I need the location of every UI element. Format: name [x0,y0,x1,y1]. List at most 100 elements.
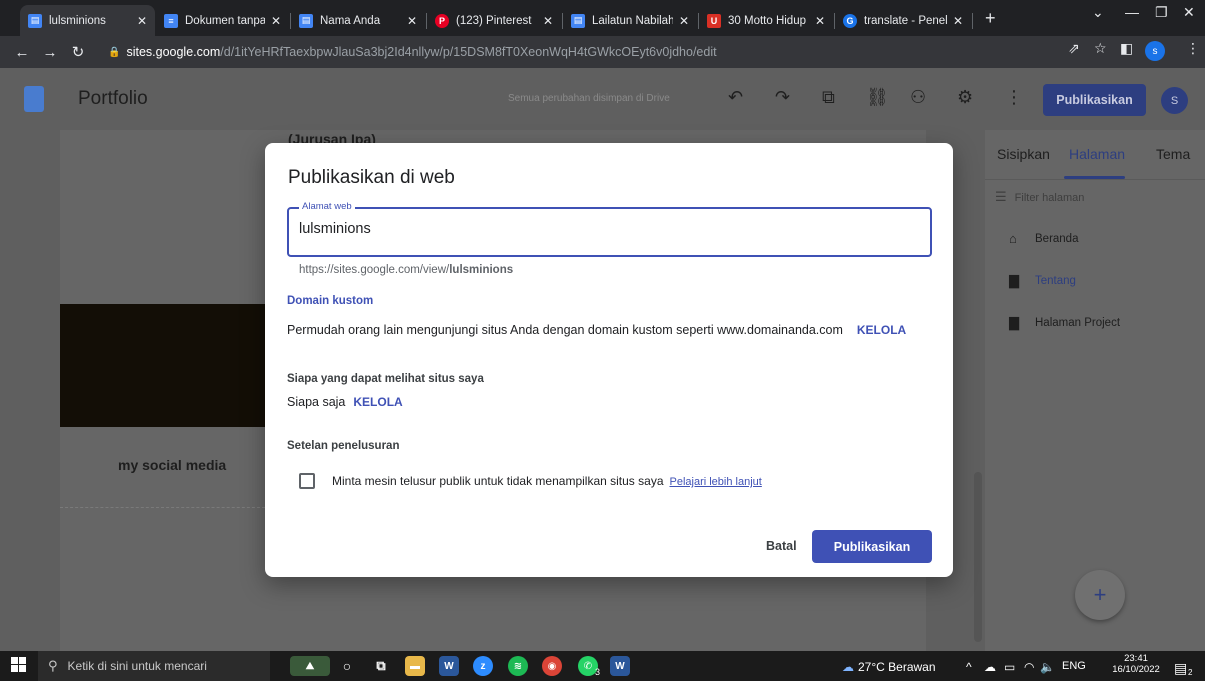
tab-insert[interactable]: Sisipkan [997,146,1050,162]
tab-pages[interactable]: Halaman [1069,146,1125,162]
add-person-icon[interactable]: ⚇ [910,87,926,108]
manage-domain-button[interactable]: KELOLA [857,323,906,337]
more-menu-icon[interactable]: ⋮ [1005,87,1023,108]
chrome-icon[interactable]: ◉ [542,656,562,676]
url-path: /d/1itYeHRfTaexbpwJlauSa3bj2Id4nllyw/p/1… [220,45,717,59]
web-address-input[interactable] [299,221,899,237]
windows-start-icon[interactable] [11,657,27,673]
share-icon[interactable]: ⇗ [1068,40,1080,57]
tab-search-chevron-icon[interactable]: ⌄ [1092,4,1104,21]
spotify-icon[interactable]: ≋ [508,656,528,676]
url-prefix: https://sites.google.com/view/ [299,264,450,276]
web-address-field[interactable]: Alamat web [287,201,932,257]
close-tab-icon[interactable]: ✕ [271,14,281,28]
close-tab-icon[interactable]: ✕ [815,14,825,28]
bookmark-star-icon[interactable]: ☆ [1094,40,1107,57]
clock-date: 16/10/2022 [1112,664,1160,675]
address-bar[interactable]: 🔒 sites.google.com/d/1itYeHRfTaexbpwJlau… [108,40,1108,64]
cortana-icon[interactable]: ○ [337,656,357,676]
wifi-icon[interactable]: ◠ [1024,660,1034,674]
page-icon: ▇ [1009,315,1019,330]
page-label: Beranda [1035,232,1079,245]
image-block[interactable] [60,304,265,427]
show-hidden-icons-chevron-icon[interactable]: ^ [966,660,972,674]
field-label: Alamat web [299,201,355,212]
site-title[interactable]: Portfolio [78,88,148,110]
profile-initial: s [1152,45,1158,57]
tab-title: lulsminions [49,14,106,27]
add-page-button[interactable]: + [1075,570,1125,620]
publish-button-header[interactable]: Publikasikan [1043,84,1146,116]
account-avatar[interactable]: S [1161,87,1188,114]
close-tab-icon[interactable]: ✕ [543,14,553,28]
page-item-beranda[interactable]: ⌂ Beranda [1009,231,1078,246]
tab-title: Nama Anda [320,14,381,27]
saved-status: Semua perubahan disimpan di Drive [508,93,670,104]
zoom-icon[interactable]: z [473,656,493,676]
page-item-halaman-project[interactable]: ▇ Halaman Project [1009,315,1120,331]
browser-tab-lulsminions[interactable]: ▤ lulsminions ✕ [20,5,155,36]
file-explorer-icon[interactable]: ▬ [405,656,425,676]
browser-tab-pinterest[interactable]: P (123) Pinterest ✕ [427,5,561,36]
browser-menu-icon[interactable]: ⋮ [1186,40,1200,57]
back-arrow-icon[interactable]: ← [8,44,36,61]
word-icon[interactable]: W [439,656,459,676]
filter-pages[interactable]: ☰ Filter halaman [995,189,1084,205]
undo-icon[interactable]: ↶ [728,87,743,108]
volume-icon[interactable]: 🔈 [1040,660,1055,674]
settings-gear-icon[interactable]: ⚙ [957,87,973,108]
page-icon: ▇ [1009,273,1019,288]
tab-title: (123) Pinterest [456,14,532,27]
browser-tab-lailatun[interactable]: ▤ Lailatun Nabilah ✕ [563,5,697,36]
whatsapp-badge: 3 [595,667,601,677]
close-tab-icon[interactable]: ✕ [407,14,417,28]
task-view-icon[interactable]: ⧉ [371,656,391,676]
tab-title: Dokumen tanpa j [185,14,265,27]
redo-icon[interactable]: ↷ [775,87,790,108]
side-panel-icon[interactable]: ◧ [1120,40,1133,57]
learn-more-link[interactable]: Pelajari lebih lanjut [670,476,762,488]
search-checkbox-label[interactable]: Minta mesin telusur publik untuk tidak m… [332,474,664,488]
weather-widget[interactable]: ☁ 27°C Berawan [842,660,936,674]
close-tab-icon[interactable]: ✕ [137,14,147,28]
google-sites-icon: ▤ [571,13,585,28]
onedrive-cloud-icon[interactable]: ☁ [984,660,996,674]
search-highlight-icon[interactable]: ⛰ [290,656,330,676]
social-media-heading[interactable]: my social media [118,457,226,473]
cloud-icon: ☁ [842,660,854,674]
notifications-icon[interactable]: ▤ [1174,660,1187,677]
filter-icon: ☰ [995,189,1007,204]
panel-divider [985,179,1205,180]
browser-tab-nama-anda[interactable]: ▤ Nama Anda ✕ [291,5,425,36]
browser-tab-docs[interactable]: ≡ Dokumen tanpa j ✕ [156,5,289,36]
lock-icon: 🔒 [108,46,121,58]
cancel-button[interactable]: Batal [766,539,797,553]
minimize-icon[interactable]: — [1125,4,1139,20]
preview-icon[interactable]: ⧉ [822,87,835,108]
who-can-view-row: Siapa saja KELOLA [287,395,403,409]
forward-arrow-icon[interactable]: → [36,44,64,61]
link-icon[interactable]: ⛓ [866,87,889,108]
reload-icon[interactable]: ↻ [64,43,92,61]
page-item-tentang[interactable]: ▇ Tentang [1009,273,1076,289]
tab-theme[interactable]: Tema [1156,146,1190,162]
hide-from-search-checkbox[interactable] [299,473,315,489]
new-tab-button[interactable]: + [985,8,996,29]
taskbar-search-box[interactable]: ⚲ Ketik di sini untuk mencari [38,651,270,681]
publish-button[interactable]: Publikasikan [812,530,932,563]
close-tab-icon[interactable]: ✕ [953,14,963,28]
restore-icon[interactable]: ❐ [1155,4,1168,21]
canvas-scrollbar[interactable] [974,472,982,642]
network-icon[interactable]: ▭ [1004,660,1015,674]
close-tab-icon[interactable]: ✕ [679,14,689,28]
manage-visibility-button[interactable]: KELOLA [353,395,402,409]
browser-profile-avatar[interactable]: s [1145,41,1165,61]
browser-tab-motto[interactable]: U 30 Motto Hidup ✕ [699,5,833,36]
language-indicator[interactable]: ENG [1062,660,1086,672]
browser-tab-translate[interactable]: G translate - Penel ✕ [835,5,971,36]
close-window-icon[interactable]: ✕ [1183,4,1195,21]
google-icon: G [843,13,857,28]
word-icon-2[interactable]: W [610,656,630,676]
search-icon: ⚲ [48,658,58,673]
clock[interactable]: 23:41 16/10/2022 [1109,653,1163,675]
